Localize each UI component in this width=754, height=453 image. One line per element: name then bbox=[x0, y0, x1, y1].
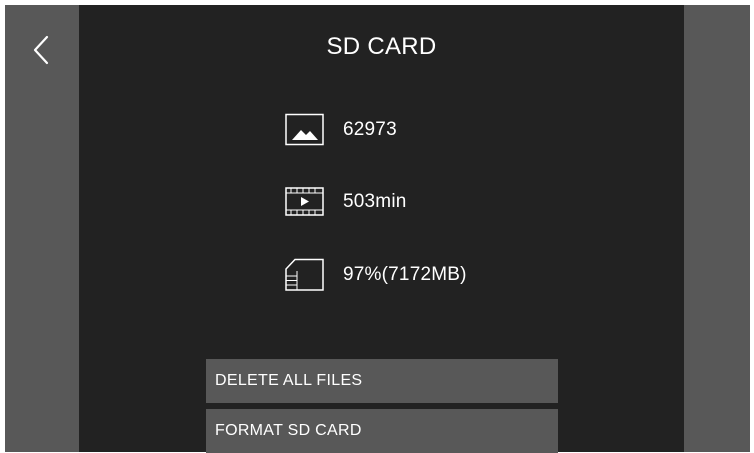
storage-value: 97%(7172MB) bbox=[343, 264, 467, 285]
film-play-icon bbox=[285, 185, 325, 219]
format-sd-card-button[interactable]: FORMAT SD CARD bbox=[206, 409, 558, 453]
sd-card-screen: SD CARD 62973 503min 97%(7172MB) DELETE … bbox=[5, 5, 750, 453]
left-side-panel bbox=[5, 5, 79, 452]
storage-row: 97%(7172MB) bbox=[285, 258, 467, 292]
video-duration-row: 503min bbox=[285, 185, 407, 219]
chevron-left-icon bbox=[33, 35, 49, 65]
back-button[interactable] bbox=[27, 31, 55, 69]
delete-all-files-button[interactable]: DELETE ALL FILES bbox=[206, 359, 558, 403]
photo-icon bbox=[285, 113, 325, 147]
photo-count-row: 62973 bbox=[285, 113, 397, 147]
video-duration-value: 503min bbox=[343, 191, 407, 212]
page-title: SD CARD bbox=[326, 33, 437, 60]
right-side-panel bbox=[684, 5, 750, 452]
photo-count-value: 62973 bbox=[343, 119, 397, 140]
sd-card-icon bbox=[285, 258, 325, 292]
